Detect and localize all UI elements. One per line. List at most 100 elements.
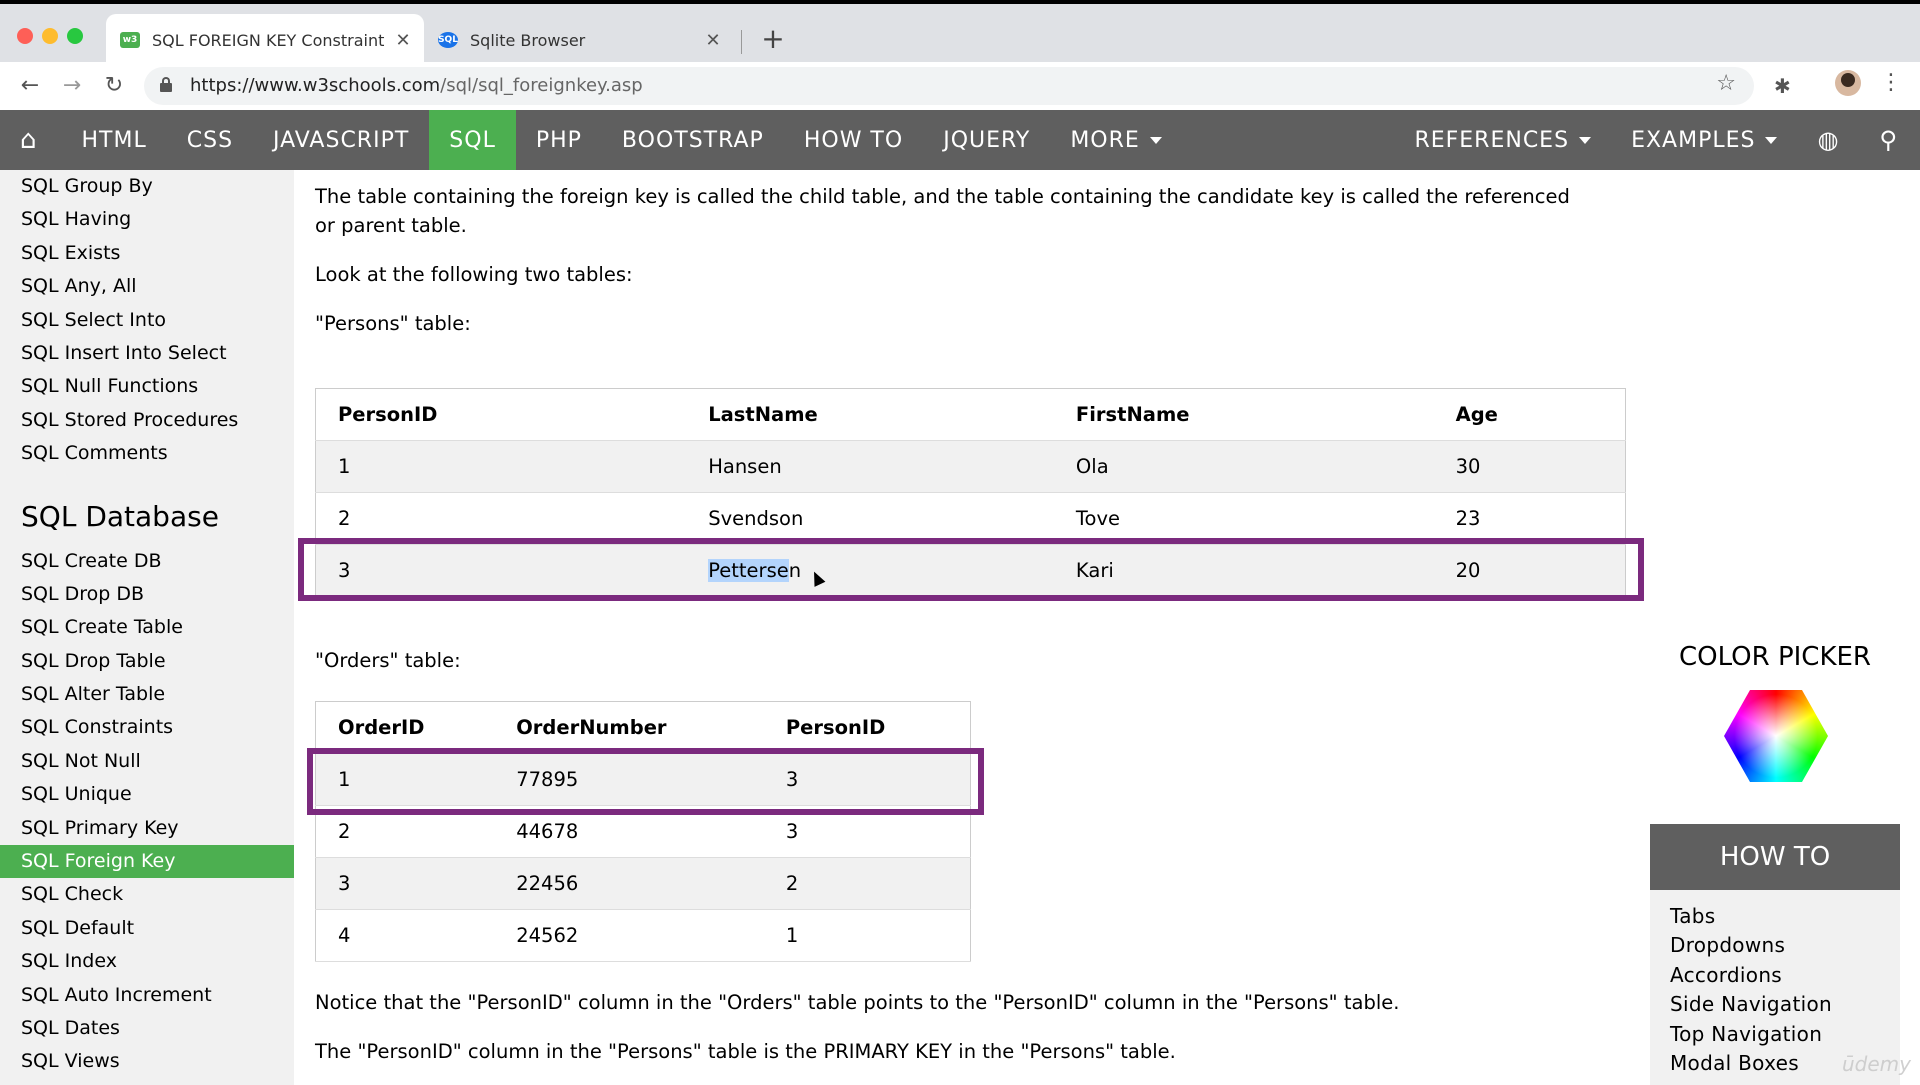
sidebar-item[interactable]: SQL Create Table <box>0 611 294 644</box>
zoom-window-button[interactable] <box>67 28 83 44</box>
table-row: 4 24562 1 <box>315 909 971 962</box>
tab-sqlite-browser[interactable]: SQL Sqlite Browser ✕ <box>434 14 734 66</box>
howto-link[interactable]: Dropdowns <box>1670 931 1900 960</box>
sidebar-item[interactable]: SQL Drop Table <box>0 645 294 678</box>
nav-bootstrap[interactable]: BOOTSTRAP <box>602 110 784 170</box>
sidebar-item[interactable]: SQL Constraints <box>0 711 294 744</box>
howto-link[interactable]: Tabs <box>1670 902 1900 931</box>
sidebar-item[interactable]: SQL Stored Procedures <box>0 404 294 437</box>
orders-label: "Orders" table: <box>315 649 461 672</box>
sidebar-item[interactable]: SQL Default <box>0 912 294 945</box>
sidebar-item[interactable]: SQL Null Functions <box>0 370 294 403</box>
table-row: 2 Svendson Tove 23 <box>315 492 1626 545</box>
sidebar-item[interactable]: SQL Auto Increment <box>0 979 294 1012</box>
sidebar-item[interactable]: SQL Foreign Key <box>0 845 294 879</box>
table-cell: 3 <box>315 857 495 910</box>
table-cell: 1 <box>315 440 687 493</box>
sidebar-item[interactable]: SQL Insert Into Select <box>0 337 294 370</box>
table-cell: 4 <box>315 909 495 962</box>
back-arrow-icon[interactable]: ← <box>14 70 46 102</box>
nav-examples[interactable]: EXAMPLES <box>1611 110 1797 170</box>
udemy-watermark: ūdemy <box>1842 1052 1911 1076</box>
forward-arrow-icon[interactable]: → <box>56 70 88 102</box>
nav-css[interactable]: CSS <box>167 110 253 170</box>
color-picker-title: COLOR PICKER <box>1678 642 1872 672</box>
sidebar-item[interactable]: SQL Index <box>0 945 294 978</box>
address-bar[interactable]: https://www.w3schools.com/sql/sql_foreig… <box>144 67 1754 105</box>
globe-icon[interactable]: ◍ <box>1797 110 1859 170</box>
table-header-row: OrderID OrderNumber PersonID <box>315 701 971 754</box>
sidebar-item[interactable]: SQL Select Into <box>0 304 294 337</box>
lock-icon <box>160 77 172 92</box>
nav-more[interactable]: MORE <box>1050 110 1181 170</box>
column-header: Age <box>1433 388 1626 441</box>
menu-kebab-icon[interactable]: ⋮ <box>1880 70 1902 95</box>
close-window-button[interactable] <box>17 28 33 44</box>
primary-key-text: The "PersonID" column in the "Persons" t… <box>315 1040 1176 1063</box>
search-icon[interactable]: ⚲ <box>1859 110 1920 170</box>
left-sidebar: SQL Group By SQL Having SQL Exists SQL Any,… <box>0 170 294 1085</box>
avatar[interactable] <box>1835 70 1861 96</box>
sidebar-item[interactable]: SQL Alter Table <box>0 678 294 711</box>
sidebar-item[interactable]: SQL Primary Key <box>0 812 294 845</box>
bookmark-star-icon[interactable]: ☆ <box>1716 71 1736 96</box>
sidebar-item[interactable]: SQL Drop DB <box>0 578 294 611</box>
sidebar-item[interactable]: SQL Views <box>0 1045 294 1078</box>
browser-toolbar: ← → ↻ https://www.w3schools.com/sql/sql_… <box>0 62 1920 110</box>
w3schools-icon: w3 <box>120 32 140 48</box>
sidebar-item[interactable]: SQL Having <box>0 203 294 236</box>
table-cell: Svendson <box>686 492 1054 545</box>
sidebar-item[interactable]: SQL Any, All <box>0 270 294 303</box>
tab-strip: w3 SQL FOREIGN KEY Constraint ✕ SQL Sqli… <box>0 4 1920 66</box>
sidebar-item[interactable]: SQL Not Null <box>0 745 294 778</box>
look-text: Look at the following two tables: <box>315 263 633 286</box>
reload-icon[interactable]: ↻ <box>98 70 130 102</box>
caret-down-icon <box>1765 136 1778 144</box>
table-cell: 2 <box>315 492 687 545</box>
minimize-window-button[interactable] <box>42 28 58 44</box>
nav-javascript[interactable]: JAVASCRIPT <box>253 110 429 170</box>
sql-icon: SQL <box>438 32 458 48</box>
sidebar-item[interactable]: SQL Check <box>0 878 294 911</box>
row-highlight-box <box>307 748 984 815</box>
table-cell: 1 <box>763 909 971 962</box>
tab-sql-foreign-key[interactable]: w3 SQL FOREIGN KEY Constraint ✕ <box>106 14 424 66</box>
orders-table: OrderID OrderNumber PersonID 1 77895 3 2 44678 3… <box>315 701 971 962</box>
row-highlight-box <box>298 538 1644 601</box>
howto-link[interactable]: Side Navigation <box>1670 990 1900 1019</box>
column-header: FirstName <box>1053 388 1434 441</box>
nav-how-to[interactable]: HOW TO <box>784 110 923 170</box>
intro-text: The table containing the foreign key is … <box>315 185 1570 208</box>
table-cell: 2 <box>763 857 971 910</box>
sidebar-item[interactable]: SQL Create DB <box>0 545 294 578</box>
notice-text: Notice that the "PersonID" column in the… <box>315 991 1400 1014</box>
sidebar-item[interactable]: SQL Exists <box>0 237 294 270</box>
table-row: 3 22456 2 <box>315 857 971 910</box>
sidebar-item[interactable]: SQL Comments <box>0 437 294 470</box>
home-icon[interactable]: ⌂ <box>0 110 62 170</box>
howto-link[interactable]: Top Navigation <box>1670 1020 1900 1049</box>
howto-link[interactable]: Accordions <box>1670 961 1900 990</box>
nav-jquery[interactable]: JQUERY <box>923 110 1050 170</box>
sidebar-item[interactable]: SQL Unique <box>0 778 294 811</box>
nav-php[interactable]: PHP <box>516 110 602 170</box>
table-cell: Tove <box>1053 492 1434 545</box>
new-tab-icon[interactable]: + <box>758 22 788 55</box>
nav-references[interactable]: REFERENCES <box>1394 110 1611 170</box>
sidebar-item[interactable]: SQL Dates <box>0 1012 294 1045</box>
url-text[interactable]: https://www.w3schools.com/sql/sql_foreig… <box>190 75 643 96</box>
howto-title: HOW TO <box>1650 824 1900 890</box>
column-header: PersonID <box>315 388 687 441</box>
column-header: LastName <box>686 388 1054 441</box>
column-header: PersonID <box>763 701 971 754</box>
nav-html[interactable]: HTML <box>62 110 167 170</box>
color-picker-hexagon-icon[interactable] <box>1724 690 1828 782</box>
close-icon[interactable]: ✕ <box>702 30 724 51</box>
close-icon[interactable]: ✕ <box>392 30 414 51</box>
table-cell: 30 <box>1433 440 1626 493</box>
extension-bug-icon[interactable]: ✱ <box>1774 74 1791 98</box>
nav-sql[interactable]: SQL <box>429 110 516 170</box>
sidebar-item[interactable]: SQL Group By <box>0 170 294 203</box>
page-content: SQL Group By SQL Having SQL Exists SQL Any,… <box>0 170 1920 1085</box>
column-header: OrderID <box>315 701 495 754</box>
